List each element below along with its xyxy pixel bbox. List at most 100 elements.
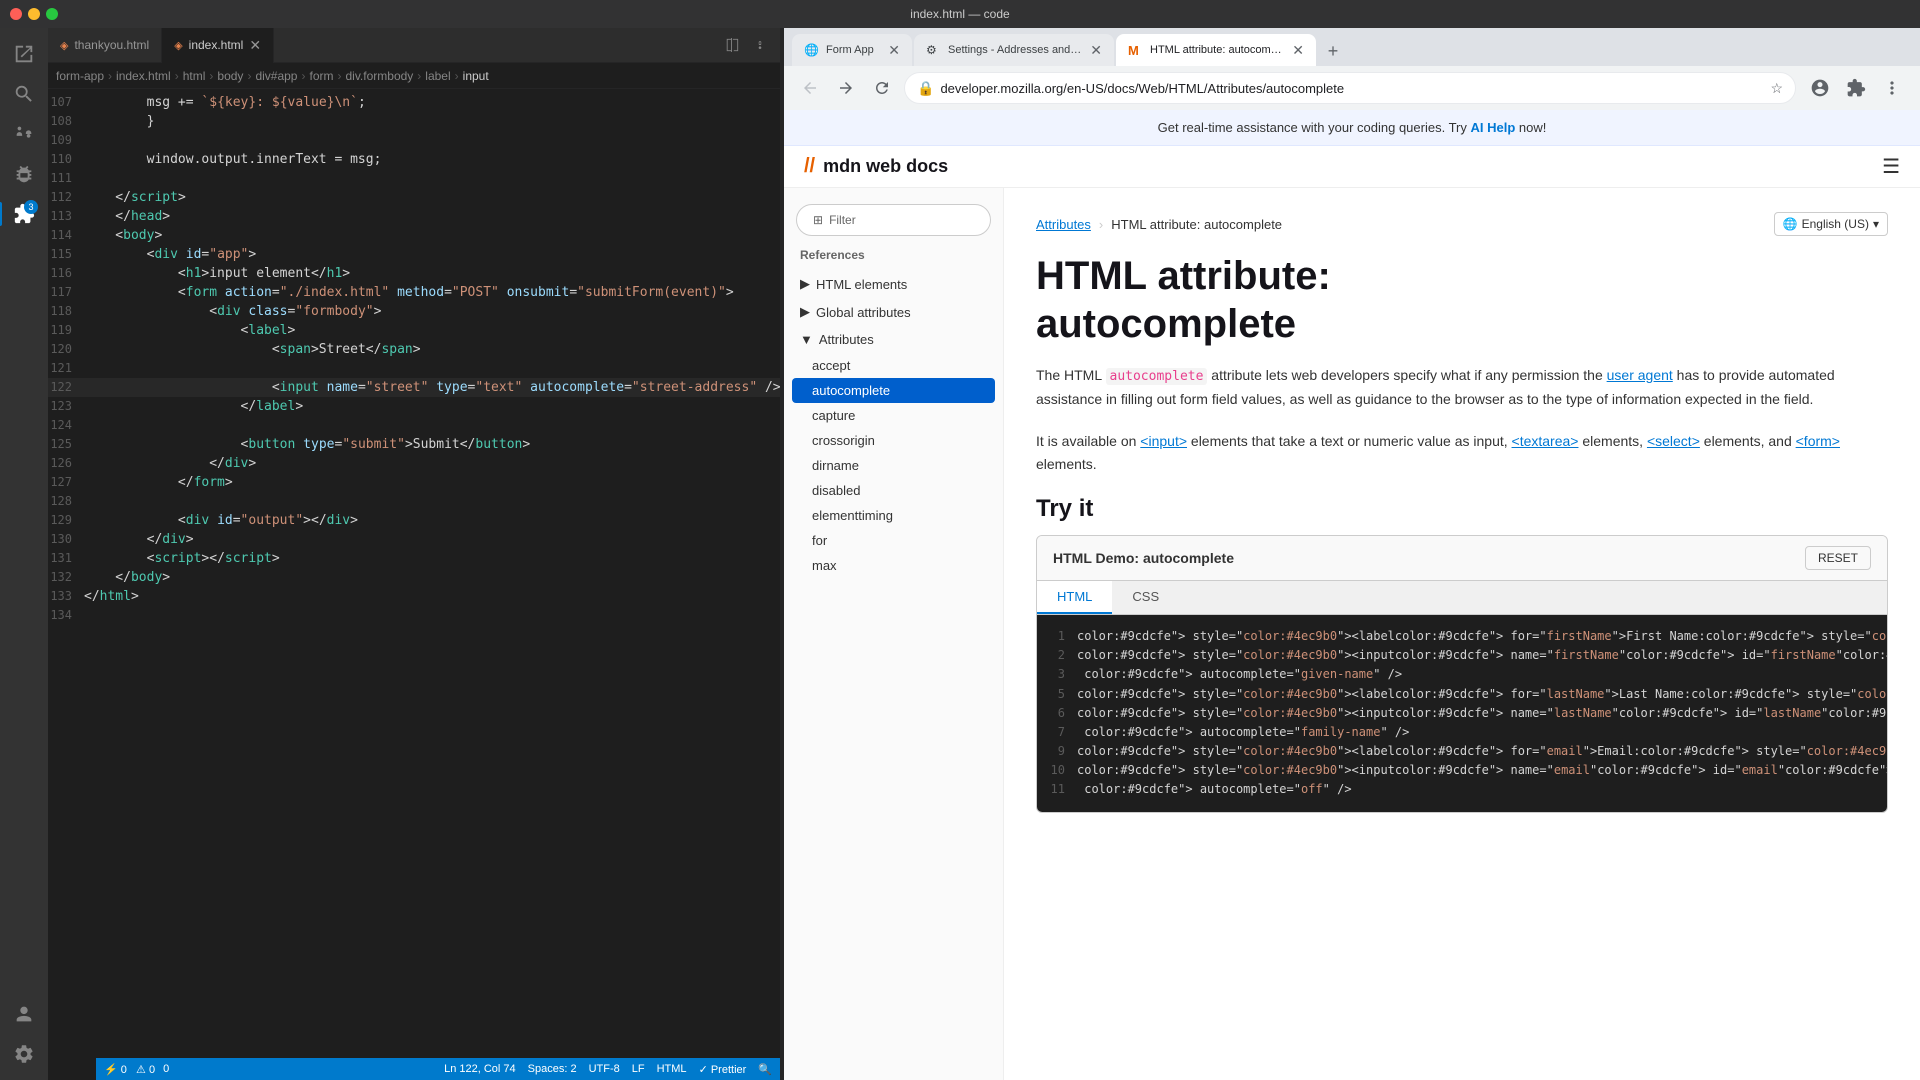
mdn-main-content: Attributes › HTML attribute: autocomplet…	[1004, 188, 1920, 1080]
tab-close-button[interactable]: ✕	[249, 38, 261, 52]
nav-item-for[interactable]: for	[784, 528, 1003, 553]
more-actions-button[interactable]	[748, 33, 772, 57]
breadcrumb-item[interactable]: html	[183, 69, 206, 83]
tab-index[interactable]: ◈ index.html ✕	[162, 28, 274, 63]
extensions-button[interactable]	[1840, 72, 1872, 104]
back-button[interactable]	[796, 74, 824, 102]
code-line-107: 107 msg += `${key}: ${value}\n`;	[48, 93, 780, 112]
tab-label: Settings - Addresses and ...	[948, 44, 1082, 56]
reset-button[interactable]: RESET	[1805, 546, 1871, 570]
attributes-header[interactable]: ▼ Attributes	[784, 326, 1003, 353]
status-formatter[interactable]: ✓ Prettier	[699, 1063, 747, 1076]
select-link[interactable]: <select>	[1647, 433, 1700, 449]
status-spaces[interactable]: Spaces: 2	[528, 1063, 577, 1075]
status-cursor[interactable]: Ln 122, Col 74	[444, 1063, 516, 1075]
demo-title: HTML Demo: autocomplete	[1053, 550, 1234, 566]
hamburger-menu[interactable]: ☰	[1882, 154, 1900, 179]
nav-item-crossorigin[interactable]: crossorigin	[784, 428, 1003, 453]
status-encoding[interactable]: UTF-8	[589, 1063, 620, 1075]
global-attributes-header[interactable]: ▶ Global attributes	[784, 298, 1003, 326]
activity-bar: 3	[0, 28, 48, 1080]
tab-close[interactable]: ✕	[888, 42, 900, 59]
code-line-131: 131 <script></script>	[48, 549, 780, 568]
status-errors[interactable]: ⚡ 0 ⚠ 0	[104, 1063, 155, 1076]
status-zoom[interactable]: 🔍	[758, 1063, 772, 1076]
section-label: Attributes	[819, 332, 874, 347]
nav-item-max[interactable]: max	[784, 553, 1003, 578]
new-tab-button[interactable]: +	[1318, 36, 1348, 66]
code-line-110: 110 window.output.innerText = msg;	[48, 150, 780, 169]
code-line-112: 112 </script>	[48, 188, 780, 207]
demo-code[interactable]: 1color:#9cdcfe"> style="color:#4ec9b0"><…	[1037, 615, 1887, 812]
ai-help-link[interactable]: AI Help	[1470, 120, 1515, 135]
mdn-body: ⊞ Filter References ▶ HTML elements ▶ Gl…	[784, 188, 1920, 1080]
maximize-button[interactable]	[46, 8, 58, 20]
code-line-115: 115 <div id="app">	[48, 245, 780, 264]
breadcrumb-item-current[interactable]: input	[463, 69, 489, 83]
tab-html[interactable]: HTML	[1037, 581, 1112, 614]
tab-css[interactable]: CSS	[1112, 581, 1179, 614]
breadcrumb-item[interactable]: body	[217, 69, 243, 83]
activity-source-control[interactable]	[6, 116, 42, 152]
form-link[interactable]: <form>	[1796, 433, 1840, 449]
browser-tab-formapp[interactable]: 🌐 Form App ✕	[792, 34, 912, 66]
activity-search[interactable]	[6, 76, 42, 112]
mdn-logo-text: mdn web docs	[823, 156, 948, 177]
activity-extensions[interactable]: 3	[6, 196, 42, 232]
code-line-108: 108 }	[48, 112, 780, 131]
textarea-link[interactable]: <textarea>	[1512, 433, 1579, 449]
browser-actions	[1804, 72, 1908, 104]
breadcrumb-item[interactable]: label	[425, 69, 450, 83]
close-button[interactable]	[10, 8, 22, 20]
activity-settings[interactable]	[6, 1036, 42, 1072]
status-bar: ⚡ 0 ⚠ 0 0 Ln 122, Col 74 Spaces: 2 UTF-8…	[96, 1058, 780, 1080]
demo-line: 5color:#9cdcfe"> style="color:#4ec9b0"><…	[1049, 685, 1875, 704]
minimize-button[interactable]	[28, 8, 40, 20]
nav-item-elementtiming[interactable]: elementtiming	[784, 503, 1003, 528]
filter-button[interactable]: ⊞ Filter	[796, 204, 991, 236]
breadcrumb-item[interactable]: div#app	[255, 69, 297, 83]
address-bar[interactable]: 🔒 developer.mozilla.org/en-US/docs/Web/H…	[904, 72, 1796, 104]
breadcrumb-item[interactable]: form-app	[56, 69, 104, 83]
status-notifications[interactable]: 0	[163, 1063, 169, 1075]
mdn-content: Get real-time assistance with your codin…	[784, 110, 1920, 1080]
bookmark-icon[interactable]: ☆	[1770, 80, 1783, 97]
nav-item-autocomplete[interactable]: autocomplete	[792, 378, 995, 403]
page-title: HTML attribute:autocomplete	[1036, 252, 1888, 348]
nav-item-capture[interactable]: capture	[784, 403, 1003, 428]
nav-item-accept[interactable]: accept	[784, 353, 1003, 378]
split-editor-button[interactable]	[720, 33, 744, 57]
language-selector[interactable]: 🌐 English (US) ▾	[1774, 212, 1888, 236]
code-line-123: 123 </label>	[48, 397, 780, 416]
breadcrumb-item[interactable]: index.html	[116, 69, 171, 83]
html-elements-header[interactable]: ▶ HTML elements	[784, 270, 1003, 298]
status-language[interactable]: HTML	[657, 1063, 687, 1075]
input-link[interactable]: <input>	[1140, 433, 1187, 449]
breadcrumb-current: HTML attribute: autocomplete	[1111, 217, 1282, 232]
tab-close[interactable]: ✕	[1292, 42, 1304, 59]
profile-button[interactable]	[1804, 72, 1836, 104]
breadcrumb-attributes[interactable]: Attributes	[1036, 217, 1091, 232]
browser-tab-settings[interactable]: ⚙ Settings - Addresses and ... ✕	[914, 34, 1114, 66]
status-line-ending[interactable]: LF	[632, 1063, 645, 1075]
breadcrumb-item[interactable]: form	[309, 69, 333, 83]
demo-line: 7 color:#9cdcfe"> autocomplete="family-n…	[1049, 723, 1875, 742]
activity-explorer[interactable]	[6, 36, 42, 72]
breadcrumb-item[interactable]: div.formbody	[345, 69, 413, 83]
nav-item-disabled[interactable]: disabled	[784, 478, 1003, 503]
nav-item-dirname[interactable]: dirname	[784, 453, 1003, 478]
tab-close[interactable]: ✕	[1090, 42, 1102, 59]
activity-debug[interactable]	[6, 156, 42, 192]
page-description-2: It is available on <input> elements that…	[1036, 430, 1888, 475]
mdn-logo[interactable]: // mdn web docs	[804, 155, 948, 178]
reload-button[interactable]	[868, 74, 896, 102]
more-menu-button[interactable]	[1876, 72, 1908, 104]
code-line-121: 121	[48, 359, 780, 378]
code-line-118: 118 <div class="formbody">	[48, 302, 780, 321]
activity-account[interactable]	[6, 996, 42, 1032]
user-agent-link[interactable]: user agent	[1607, 367, 1673, 383]
tab-thankyou[interactable]: ◈ thankyou.html	[48, 28, 162, 63]
browser-tab-mdn[interactable]: M HTML attribute: autocompl... ✕	[1116, 34, 1316, 66]
code-editor[interactable]: 107 msg += `${key}: ${value}\n`;108 }109…	[48, 89, 780, 1058]
forward-button[interactable]	[832, 74, 860, 102]
